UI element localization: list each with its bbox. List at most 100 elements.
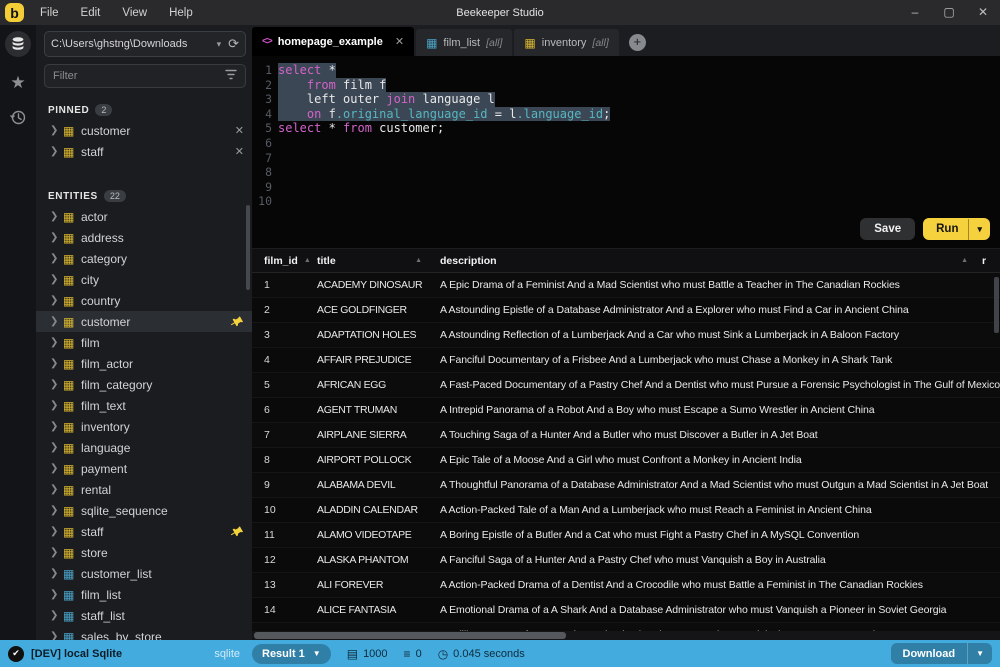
table-row[interactable]: 3ADAPTATION HOLESA Astounding Reflection… xyxy=(252,323,1000,348)
sidebar-item-film_category[interactable]: ❯▦film_category xyxy=(36,374,252,395)
sidebar-item-category[interactable]: ❯▦category xyxy=(36,248,252,269)
pin-icon[interactable] xyxy=(230,314,246,330)
sql-editor[interactable]: 1select *2 from film f3 left outer join … xyxy=(252,56,1000,248)
tab-homepage-example[interactable]: <> homepage_example ✕ xyxy=(252,27,414,56)
result-selector[interactable]: Result 1 ▼ xyxy=(252,644,331,664)
cell-title[interactable]: ALADDIN CALENDAR xyxy=(305,504,428,516)
cell-film_id[interactable]: 6 xyxy=(252,404,305,416)
column-header-title[interactable]: title▲ xyxy=(305,255,428,267)
chevron-right-icon[interactable]: ❯ xyxy=(50,125,63,136)
chevron-right-icon[interactable]: ❯ xyxy=(50,463,63,474)
chevron-right-icon[interactable]: ❯ xyxy=(50,505,63,516)
sidebar-item-film_list[interactable]: ❯▦film_list xyxy=(36,584,252,605)
sidebar-item-payment[interactable]: ❯▦payment xyxy=(36,458,252,479)
sidebar-item-sqlite_sequence[interactable]: ❯▦sqlite_sequence xyxy=(36,500,252,521)
cell-title[interactable]: AIRPLANE SIERRA xyxy=(305,429,428,441)
chevron-right-icon[interactable]: ❯ xyxy=(50,146,63,157)
sidebar-item-customer[interactable]: ❯▦customer✕ xyxy=(36,120,252,141)
minimize-button[interactable]: – xyxy=(898,0,932,25)
code-line[interactable]: 2 from film f xyxy=(252,78,1000,93)
table-row[interactable]: 11ALAMO VIDEOTAPEA Boring Epistle of a B… xyxy=(252,523,1000,548)
table-row[interactable]: 5AFRICAN EGGA Fast-Paced Documentary of … xyxy=(252,373,1000,398)
chevron-right-icon[interactable]: ❯ xyxy=(50,400,63,411)
cell-description[interactable]: A Boring Epistle of a Butler And a Cat w… xyxy=(428,529,1000,541)
new-tab-button[interactable]: + xyxy=(629,34,646,51)
chevron-right-icon[interactable]: ❯ xyxy=(50,232,63,243)
sidebar-item-country[interactable]: ❯▦country xyxy=(36,290,252,311)
code-line[interactable]: 7 xyxy=(252,151,1000,166)
chevron-right-icon[interactable]: ❯ xyxy=(50,211,63,222)
filter-funnel-icon[interactable] xyxy=(225,67,237,85)
column-header-film-id[interactable]: film_id▲ xyxy=(252,255,305,267)
cell-title[interactable]: ADAPTATION HOLES xyxy=(305,329,428,341)
cell-film_id[interactable]: 4 xyxy=(252,354,305,366)
table-row[interactable]: 8AIRPORT POLLOCKA Epic Tale of a Moose A… xyxy=(252,448,1000,473)
code-line[interactable]: 9 xyxy=(252,180,1000,195)
table-row[interactable]: 4AFFAIR PREJUDICEA Fanciful Documentary … xyxy=(252,348,1000,373)
download-caret-icon[interactable]: ▼ xyxy=(967,643,992,664)
sidebar-item-staff_list[interactable]: ❯▦staff_list xyxy=(36,605,252,626)
cell-film_id[interactable]: 12 xyxy=(252,554,305,566)
cell-film_id[interactable]: 3 xyxy=(252,329,305,341)
cell-film_id[interactable]: 10 xyxy=(252,504,305,516)
sidebar-item-film[interactable]: ❯▦film xyxy=(36,332,252,353)
cell-title[interactable]: AFRICAN EGG xyxy=(305,379,428,391)
code-line[interactable]: 5select * from customer; xyxy=(252,121,1000,136)
entity-filter[interactable] xyxy=(44,64,246,88)
cell-title[interactable]: ALI FOREVER xyxy=(305,579,428,591)
cell-description[interactable]: A Astounding Reflection of a Lumberjack … xyxy=(428,329,1000,341)
sidebar-item-sales_by_store[interactable]: ❯▦sales_by_store xyxy=(36,626,252,640)
run-dropdown-caret-icon[interactable]: ▾ xyxy=(968,219,990,240)
cell-description[interactable]: A Action-Packed Tale of a Man And a Lumb… xyxy=(428,504,1000,516)
cell-film_id[interactable]: 5 xyxy=(252,379,305,391)
sidebar-item-customer_list[interactable]: ❯▦customer_list xyxy=(36,563,252,584)
cell-description[interactable]: A Action-Packed Drama of a Dentist And a… xyxy=(428,579,1000,591)
chevron-right-icon[interactable]: ❯ xyxy=(50,547,63,558)
code-line[interactable]: 1select * xyxy=(252,63,1000,78)
menu-help[interactable]: Help xyxy=(169,7,193,19)
code-line[interactable]: 4 on f.original_language_id = l.language… xyxy=(252,107,1000,122)
download-button[interactable]: Download ▼ xyxy=(891,643,992,664)
sidebar-scrollbar[interactable] xyxy=(246,205,250,290)
cell-film_id[interactable]: 11 xyxy=(252,529,305,541)
chevron-right-icon[interactable]: ❯ xyxy=(50,379,63,390)
table-row[interactable]: 2ACE GOLDFINGERA Astounding Epistle of a… xyxy=(252,298,1000,323)
cell-title[interactable]: ALASKA PHANTOM xyxy=(305,554,428,566)
chevron-right-icon[interactable]: ❯ xyxy=(50,274,63,285)
table-row[interactable]: 10ALADDIN CALENDARA Action-Packed Tale o… xyxy=(252,498,1000,523)
cell-film_id[interactable]: 8 xyxy=(252,454,305,466)
cell-title[interactable]: ALAMO VIDEOTAPE xyxy=(305,529,428,541)
column-header-partial[interactable]: r xyxy=(974,255,1000,267)
sidebar-item-address[interactable]: ❯▦address xyxy=(36,227,252,248)
history-icon[interactable] xyxy=(10,109,27,131)
sidebar-item-staff[interactable]: ❯▦staff✕ xyxy=(36,141,252,162)
cell-description[interactable]: A Astounding Epistle of a Database Admin… xyxy=(428,304,1000,316)
cell-description[interactable]: A Epic Tale of a Moose And a Girl who mu… xyxy=(428,454,1000,466)
connection-dropdown[interactable]: C:\Users\ghstng\Downloads ▾ ⟳ xyxy=(44,31,246,57)
cell-film_id[interactable]: 2 xyxy=(252,304,305,316)
cell-description[interactable]: A Epic Drama of a Feminist And a Mad Sci… xyxy=(428,279,1000,291)
favorites-star-icon[interactable]: ★ xyxy=(10,73,25,93)
sidebar-item-rental[interactable]: ❯▦rental xyxy=(36,479,252,500)
cell-title[interactable]: ACADEMY DINOSAUR xyxy=(305,279,428,291)
cell-film_id[interactable]: 7 xyxy=(252,429,305,441)
table-row[interactable]: 14ALICE FANTASIAA Emotional Drama of a A… xyxy=(252,598,1000,623)
cell-film_id[interactable]: 13 xyxy=(252,579,305,591)
table-row[interactable]: 13ALI FOREVERA Action-Packed Drama of a … xyxy=(252,573,1000,598)
sidebar-item-staff[interactable]: ❯▦staff xyxy=(36,521,252,542)
chevron-right-icon[interactable]: ❯ xyxy=(50,253,63,264)
table-row[interactable]: 12ALASKA PHANTOMA Fanciful Saga of a Hun… xyxy=(252,548,1000,573)
cell-description[interactable]: A Intrepid Panorama of a Robot And a Boy… xyxy=(428,404,1000,416)
cell-description[interactable]: A Fast-Paced Documentary of a Pastry Che… xyxy=(428,379,1000,391)
pin-icon[interactable] xyxy=(230,524,246,540)
tab-film-list[interactable]: ▦ film_list [all] xyxy=(416,29,512,56)
scrollbar-thumb[interactable] xyxy=(254,632,566,639)
column-header-description[interactable]: description▲ xyxy=(428,255,974,267)
unpin-close-icon[interactable]: ✕ xyxy=(235,145,244,158)
table-row[interactable]: 1ACADEMY DINOSAURA Epic Drama of a Femin… xyxy=(252,273,1000,298)
chevron-right-icon[interactable]: ❯ xyxy=(50,484,63,495)
filter-input[interactable] xyxy=(53,70,225,82)
sidebar-item-store[interactable]: ❯▦store xyxy=(36,542,252,563)
cell-title[interactable]: AIRPORT POLLOCK xyxy=(305,454,428,466)
sort-icon[interactable]: ▲ xyxy=(409,257,422,264)
